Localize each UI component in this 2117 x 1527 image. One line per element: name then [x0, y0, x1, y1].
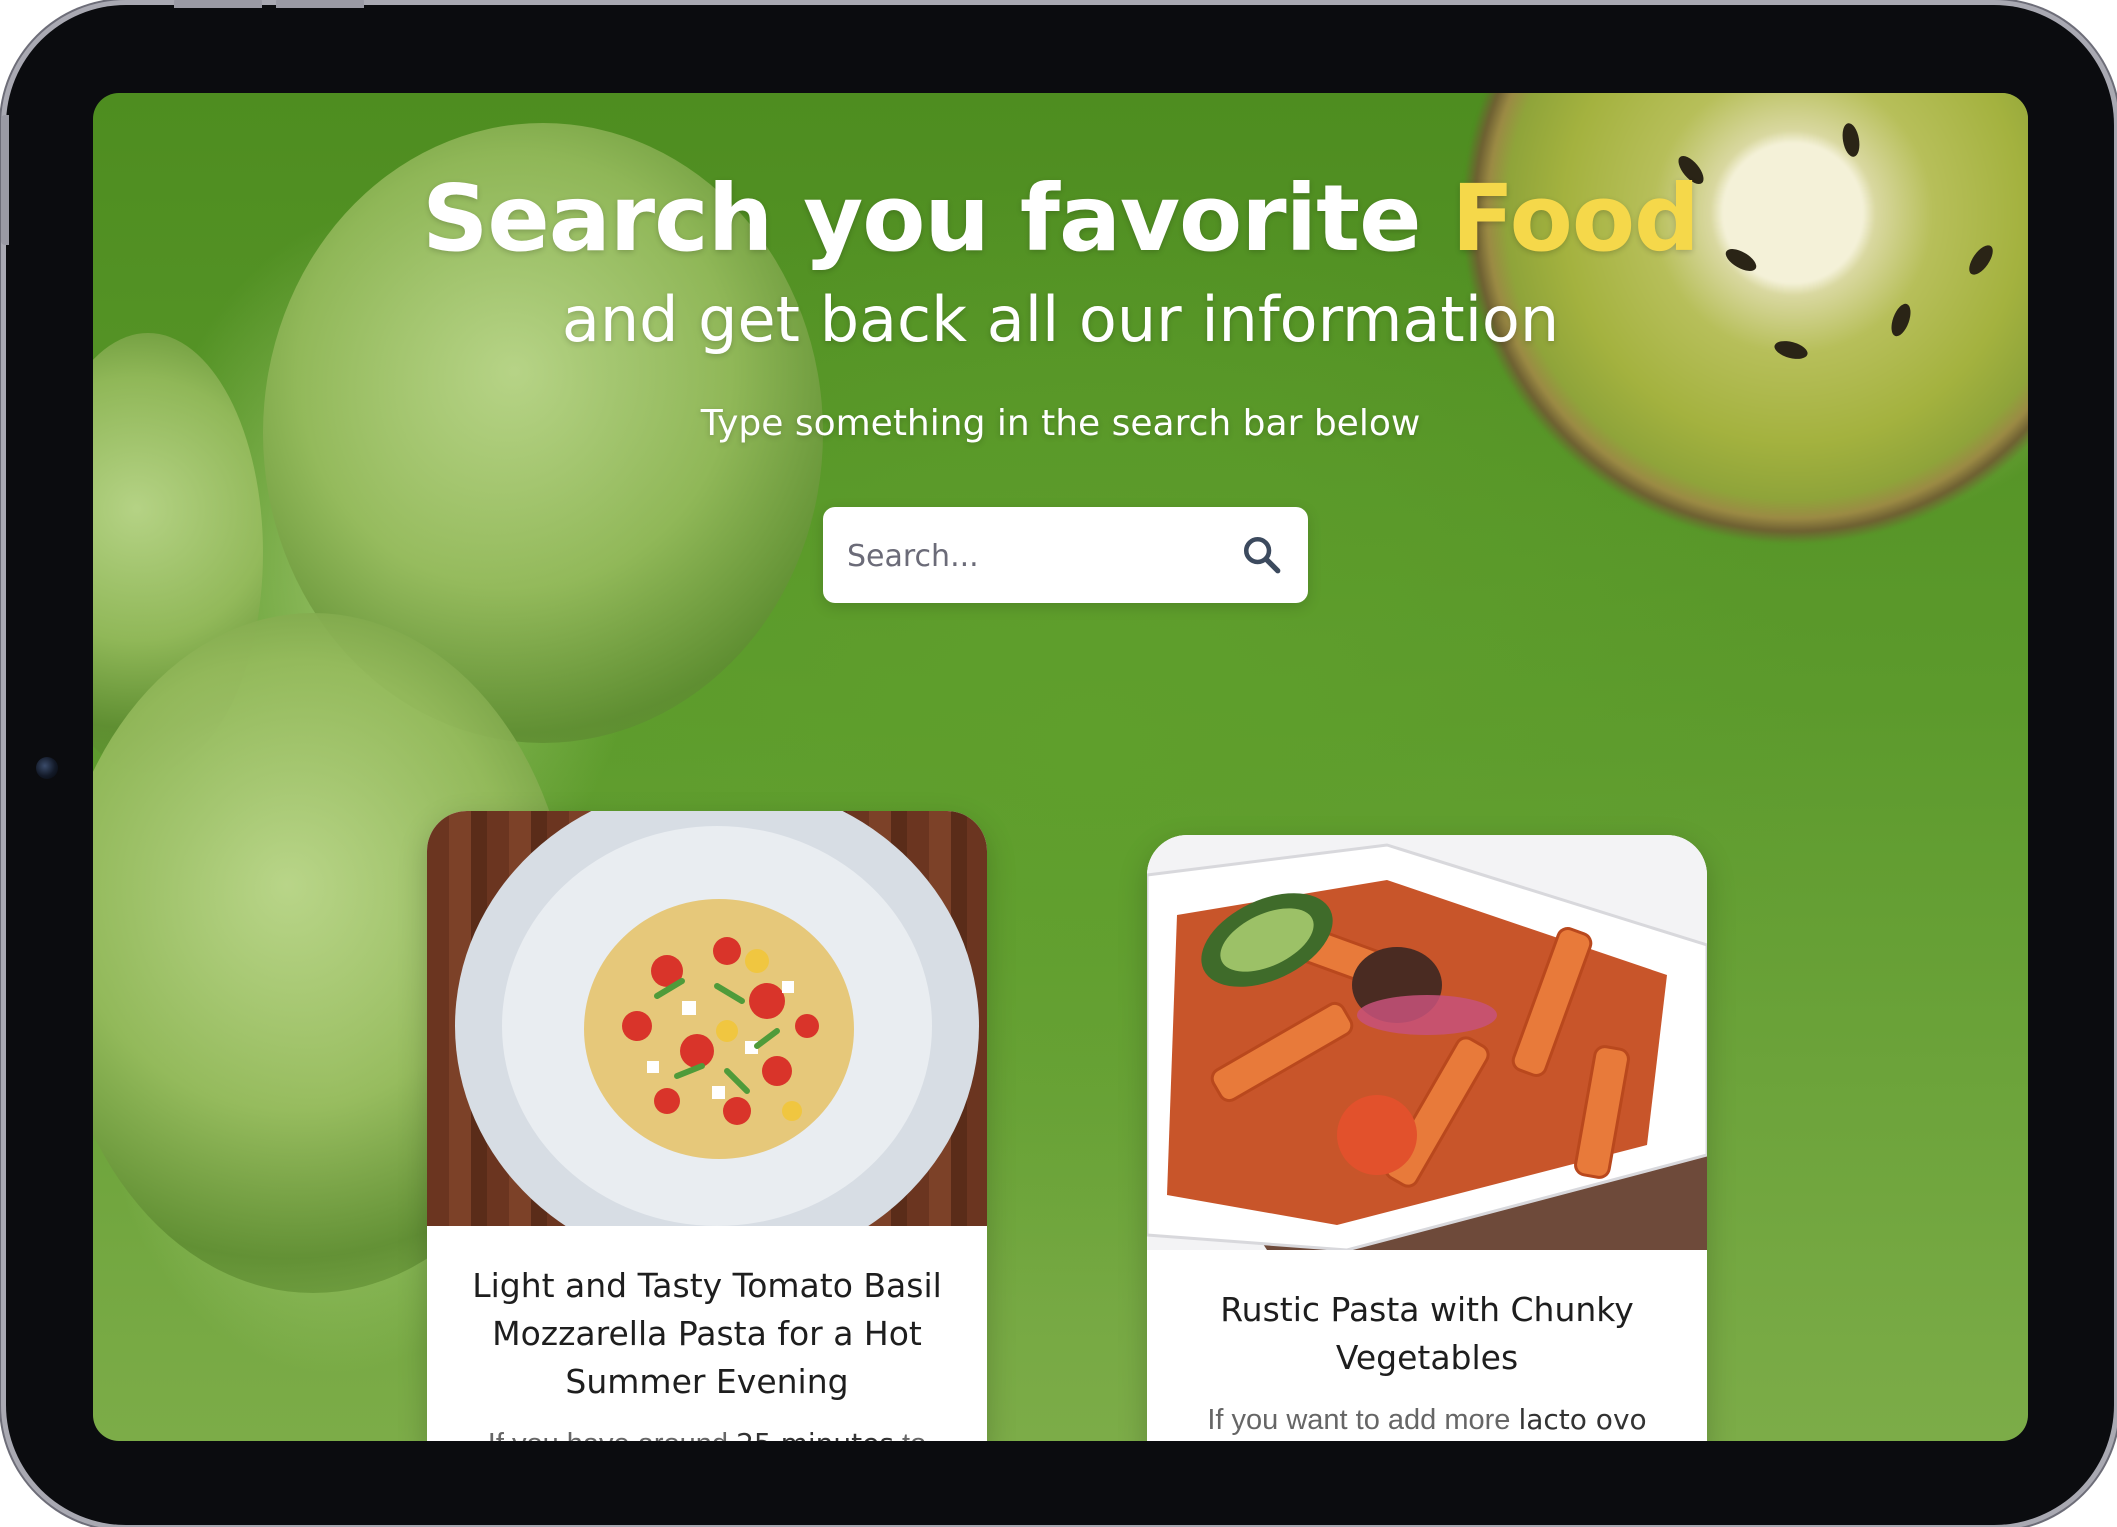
recipe-desc-text: If you want to add more	[1207, 1404, 1519, 1436]
recipe-image[interactable]	[1147, 835, 1707, 1250]
recipe-description: If you have around 25 minutes to	[427, 1406, 987, 1441]
recipe-description: If you want to add more lacto ovo	[1147, 1382, 1707, 1440]
pasta-dish-illustration	[455, 811, 979, 1226]
volume-button	[276, 0, 364, 8]
volume-button	[174, 0, 262, 8]
recipe-card[interactable]: Light and Tasty Tomato Basil Mozzarella …	[427, 811, 987, 1441]
hero-title: Search you favorite Food	[93, 165, 2028, 272]
pasta-dish-illustration	[1147, 843, 1707, 1250]
hero-subtitle: and get back all our information	[561, 283, 1560, 356]
hero-title-accent: Food	[1451, 165, 1700, 272]
recipe-desc-text: to	[894, 1428, 926, 1441]
recipe-desc-highlight: lacto ovo	[1518, 1403, 1647, 1436]
search-input[interactable]	[845, 527, 1229, 585]
power-button	[1, 115, 9, 245]
hero-title-main: Search you favorite	[422, 165, 1452, 272]
recipe-desc-highlight: 25 minutes	[736, 1427, 894, 1441]
search-icon[interactable]	[1241, 533, 1283, 577]
search-bar[interactable]	[823, 507, 1308, 603]
camera-icon	[36, 757, 58, 779]
recipe-title[interactable]: Light and Tasty Tomato Basil Mozzarella …	[427, 1226, 987, 1406]
tablet-frame: Search you favorite Food and get back al…	[1, 0, 2114, 1525]
recipe-image[interactable]	[427, 811, 987, 1226]
recipe-desc-text: If you have around	[488, 1428, 736, 1441]
app-screen: Search you favorite Food and get back al…	[93, 93, 2028, 1441]
recipe-title[interactable]: Rustic Pasta with Chunky Vegetables	[1147, 1250, 1707, 1382]
recipe-card[interactable]: Rustic Pasta with Chunky Vegetables If y…	[1147, 835, 1707, 1441]
search-hint: Type something in the search bar below	[700, 403, 1421, 444]
